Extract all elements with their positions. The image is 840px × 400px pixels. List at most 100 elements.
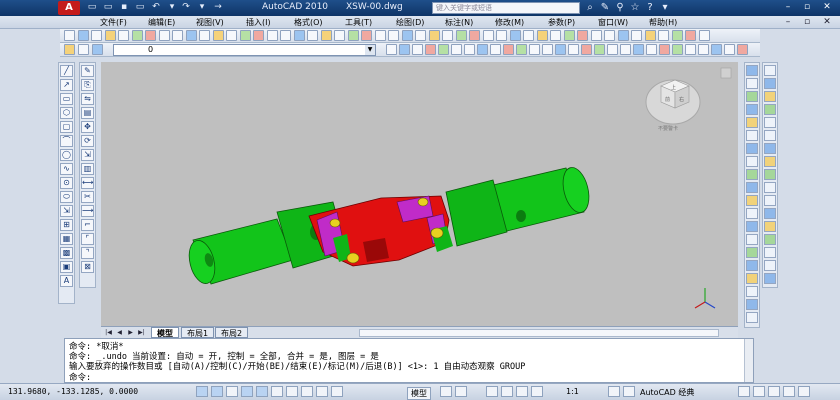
draw-tool-icon[interactable]: ∿: [60, 163, 73, 175]
render-tool-icon[interactable]: [746, 182, 758, 193]
lwt-toggle[interactable]: [316, 386, 328, 397]
standard-tool-icon[interactable]: [415, 30, 426, 41]
properties-tool-icon[interactable]: [555, 44, 566, 55]
standard-tool-icon[interactable]: [658, 30, 669, 41]
maximize-button[interactable]: ▫: [800, 1, 814, 14]
render-tool-icon[interactable]: [746, 247, 758, 258]
draw-tool-icon[interactable]: ⬡: [60, 107, 73, 119]
render-tool-icon[interactable]: [746, 286, 758, 297]
standard-tool-icon[interactable]: [644, 30, 656, 41]
dropdown-icon[interactable]: ▾: [166, 2, 178, 13]
view-tool-icon[interactable]: [764, 65, 776, 76]
modify-tool-icon[interactable]: ⊠: [81, 261, 94, 273]
workspace-switcher[interactable]: AutoCAD 经典: [640, 387, 694, 398]
view-tool-icon[interactable]: [764, 234, 776, 245]
render-tool-icon[interactable]: [746, 117, 758, 128]
menu-tools[interactable]: 工具(T): [345, 17, 372, 28]
standard-tool-icon[interactable]: [145, 30, 156, 41]
command-scrollbar[interactable]: [744, 339, 753, 382]
standard-tool-icon[interactable]: [212, 30, 224, 41]
modify-tool-icon[interactable]: ✎: [81, 65, 94, 77]
render-tool-icon[interactable]: [746, 156, 758, 167]
draw-tool-icon[interactable]: ↗: [60, 79, 73, 91]
standard-tool-icon[interactable]: [482, 30, 494, 41]
standard-tool-icon[interactable]: [239, 30, 251, 41]
menu-window[interactable]: 窗口(W): [598, 17, 628, 28]
properties-tool-icon[interactable]: [620, 44, 631, 55]
dyn-toggle[interactable]: [301, 386, 313, 397]
drawing-viewport[interactable]: 上 前 右 不要警卡: [101, 62, 738, 326]
menu-dimension[interactable]: 标注(N): [445, 17, 473, 28]
view-tool-icon[interactable]: [764, 195, 776, 206]
properties-tool-icon[interactable]: [451, 44, 462, 55]
standard-tool-icon[interactable]: [509, 30, 521, 41]
draw-tool-icon[interactable]: A: [60, 275, 73, 287]
properties-tool-icon[interactable]: [698, 44, 709, 55]
standard-tool-icon[interactable]: [631, 30, 642, 41]
horizontal-scrollbar[interactable]: [359, 329, 719, 337]
standard-tool-icon[interactable]: [455, 30, 467, 41]
standard-tool-icon[interactable]: [172, 30, 183, 41]
clean-screen-icon[interactable]: [798, 386, 810, 397]
properties-tool-icon[interactable]: [386, 44, 397, 55]
standard-tool-icon[interactable]: [253, 30, 264, 41]
properties-tool-icon[interactable]: [399, 44, 410, 55]
standard-tool-icon[interactable]: [91, 30, 102, 41]
layer-tool-icon[interactable]: [64, 44, 75, 55]
search-input[interactable]: 键入关键字或短语: [432, 2, 580, 14]
render-tool-icon[interactable]: [746, 208, 758, 219]
draw-tool-icon[interactable]: ⇲: [60, 205, 73, 217]
draw-tool-icon[interactable]: ▭: [60, 93, 73, 105]
standard-tool-icon[interactable]: [428, 30, 440, 41]
draw-tool-icon[interactable]: ▣: [60, 261, 73, 273]
draw-tool-icon[interactable]: ▢: [60, 121, 73, 133]
draw-tool-icon[interactable]: ⊙: [60, 177, 73, 189]
properties-tool-icon[interactable]: [646, 44, 657, 55]
last-tab-icon[interactable]: ▶|: [137, 328, 146, 337]
properties-tool-icon[interactable]: [464, 44, 475, 55]
tab-layout2[interactable]: 布局2: [215, 327, 249, 338]
view-tool-icon[interactable]: [764, 130, 776, 141]
properties-tool-icon[interactable]: [542, 44, 553, 55]
standard-tool-icon[interactable]: [104, 30, 116, 41]
viewcube[interactable]: 上 前 右 不要警卡: [645, 79, 701, 132]
standard-tool-icon[interactable]: [550, 30, 561, 41]
standard-tool-icon[interactable]: [77, 30, 89, 41]
standard-tool-icon[interactable]: [577, 30, 588, 41]
standard-tool-icon[interactable]: [64, 30, 75, 41]
ortho-toggle[interactable]: [226, 386, 238, 397]
arrow-icon[interactable]: →: [212, 2, 224, 13]
view-tool-icon[interactable]: [764, 143, 776, 154]
view-tool-icon[interactable]: [764, 247, 776, 258]
standard-tool-icon[interactable]: [320, 30, 332, 41]
standard-tool-icon[interactable]: [293, 30, 305, 41]
properties-tool-icon[interactable]: [607, 44, 618, 55]
layer-combo[interactable]: 0 ▼: [113, 44, 376, 56]
layout-quickview-button[interactable]: [440, 386, 452, 397]
open-icon[interactable]: ▭: [102, 2, 114, 13]
draw-tool-icon[interactable]: ⬭: [60, 191, 73, 203]
new-icon[interactable]: ▭: [86, 2, 98, 13]
standard-tool-icon[interactable]: [347, 30, 359, 41]
favorites-icon[interactable]: ☆: [628, 1, 642, 15]
status-menu-icon[interactable]: [783, 386, 795, 397]
properties-tool-icon[interactable]: [503, 44, 514, 55]
communication-icon[interactable]: ⚲: [613, 1, 627, 15]
render-tool-icon[interactable]: [746, 260, 758, 271]
view-tool-icon[interactable]: [764, 156, 776, 167]
draw-tool-icon[interactable]: ╱: [60, 65, 73, 77]
standard-tool-icon[interactable]: [671, 30, 683, 41]
search-icon[interactable]: ⌕: [583, 1, 597, 15]
modify-tool-icon[interactable]: ▤: [81, 107, 94, 119]
standard-tool-icon[interactable]: [496, 30, 507, 41]
standard-tool-icon[interactable]: [361, 30, 372, 41]
auto-scale-button[interactable]: [623, 386, 635, 397]
draw-tool-icon[interactable]: ▩: [60, 247, 73, 259]
menu-format[interactable]: 格式(O): [294, 17, 323, 28]
osnap-toggle[interactable]: [256, 386, 268, 397]
menu-help[interactable]: 帮助(H): [649, 17, 677, 28]
standard-tool-icon[interactable]: [199, 30, 210, 41]
print-icon[interactable]: ▭: [134, 2, 146, 13]
standard-tool-icon[interactable]: [523, 30, 534, 41]
tab-model[interactable]: 模型: [151, 327, 179, 338]
